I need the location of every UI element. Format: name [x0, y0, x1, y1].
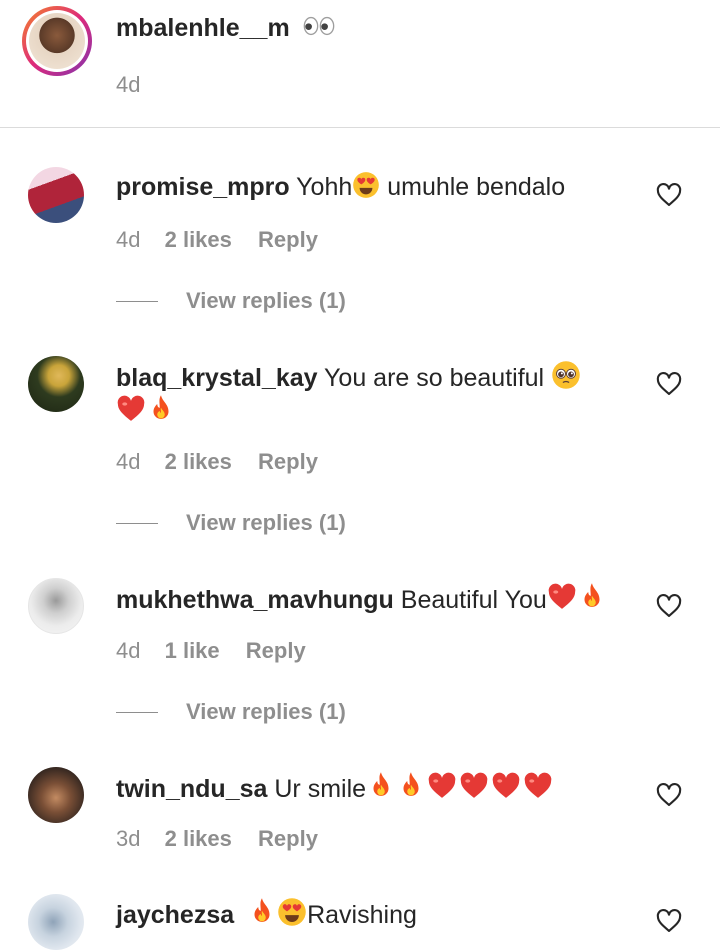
likes-count[interactable]: 2 likes [165, 449, 232, 474]
red-heart-emoji [426, 771, 458, 801]
view-replies-button[interactable]: View replies (1) [186, 699, 346, 725]
likes-count[interactable]: 2 likes [165, 826, 232, 851]
fire-emoji [396, 771, 426, 801]
caption-time: 4d [116, 72, 141, 97]
avatar[interactable] [28, 167, 84, 223]
comment-username[interactable]: promise_mpro [116, 173, 290, 201]
comment-text: Ravishing [307, 901, 417, 929]
comment-line: twin_ndu_sa Ur smile [116, 771, 554, 804]
view-replies-button[interactable]: View replies (1) [186, 510, 346, 536]
likes-count[interactable]: 2 likes [165, 227, 232, 252]
like-heart-icon[interactable] [655, 370, 683, 398]
likes-count[interactable]: 1 like [165, 638, 220, 663]
divider [0, 127, 720, 128]
reply-button[interactable]: Reply [246, 638, 306, 663]
comment-line-2 [116, 394, 176, 427]
view-replies-line [116, 301, 158, 302]
red-heart-emoji [458, 771, 490, 801]
eyes-emoji [303, 16, 335, 36]
comment-time: 4d [116, 227, 141, 252]
red-heart-emoji [490, 771, 522, 801]
comment-line: promise_mpro Yohh umuhle bendalo [116, 171, 565, 202]
like-heart-icon[interactable] [655, 781, 683, 809]
comment-line: blaq_krystal_kay You are so beautiful [116, 360, 581, 393]
view-replies-line [116, 712, 158, 713]
comment-text: You are so beautiful [324, 364, 552, 392]
caption-meta: 4d [116, 72, 140, 98]
comment-username[interactable]: mukhethwa_mavhungu [116, 586, 394, 614]
view-replies-line [116, 523, 158, 524]
comment-username[interactable]: blaq_krystal_kay [116, 364, 318, 392]
avatar[interactable] [28, 767, 84, 823]
comment-username[interactable]: jaychezsa [116, 901, 234, 929]
reply-button[interactable]: Reply [258, 826, 318, 851]
comment-line: mukhethwa_mavhungu Beautiful You [116, 582, 607, 615]
comment-meta: 4d 2 likes Reply [116, 449, 318, 475]
reply-button[interactable]: Reply [258, 449, 318, 474]
red-heart-emoji [547, 582, 577, 612]
comment-line: jaychezsa Ravishing [116, 897, 417, 930]
author-username[interactable]: mbalenhle__m [116, 14, 290, 42]
comment-text: Ur smile [274, 775, 367, 803]
comment-text: Yohh [296, 173, 353, 201]
pleading-face-emoji [551, 360, 581, 390]
comment-meta: 3d 2 likes Reply [116, 826, 318, 852]
fire-emoji [577, 582, 607, 612]
fire-emoji [146, 394, 176, 424]
author-line: mbalenhle__m [116, 14, 335, 43]
author-avatar[interactable] [22, 6, 92, 76]
comment-text: Beautiful You [400, 586, 547, 614]
red-heart-emoji [522, 771, 554, 801]
comment-time: 4d [116, 449, 141, 474]
avatar[interactable] [28, 578, 84, 634]
like-heart-icon[interactable] [655, 181, 683, 209]
comment-meta: 4d 2 likes Reply [116, 227, 318, 253]
heart-eyes-emoji [277, 897, 307, 927]
comment-meta: 4d 1 like Reply [116, 638, 306, 664]
comment-time: 3d [116, 826, 141, 851]
fire-emoji [247, 897, 277, 927]
comment-time: 4d [116, 638, 141, 663]
like-heart-icon[interactable] [655, 592, 683, 620]
reply-button[interactable]: Reply [258, 227, 318, 252]
avatar[interactable] [28, 356, 84, 412]
heart-eyes-emoji [352, 171, 380, 199]
fire-emoji [366, 771, 396, 801]
red-heart-emoji [116, 394, 146, 424]
comment-username[interactable]: twin_ndu_sa [116, 775, 267, 803]
avatar[interactable] [28, 894, 84, 950]
comment-text-cont: umuhle bendalo [380, 173, 566, 201]
view-replies-button[interactable]: View replies (1) [186, 288, 346, 314]
like-heart-icon[interactable] [655, 907, 683, 935]
